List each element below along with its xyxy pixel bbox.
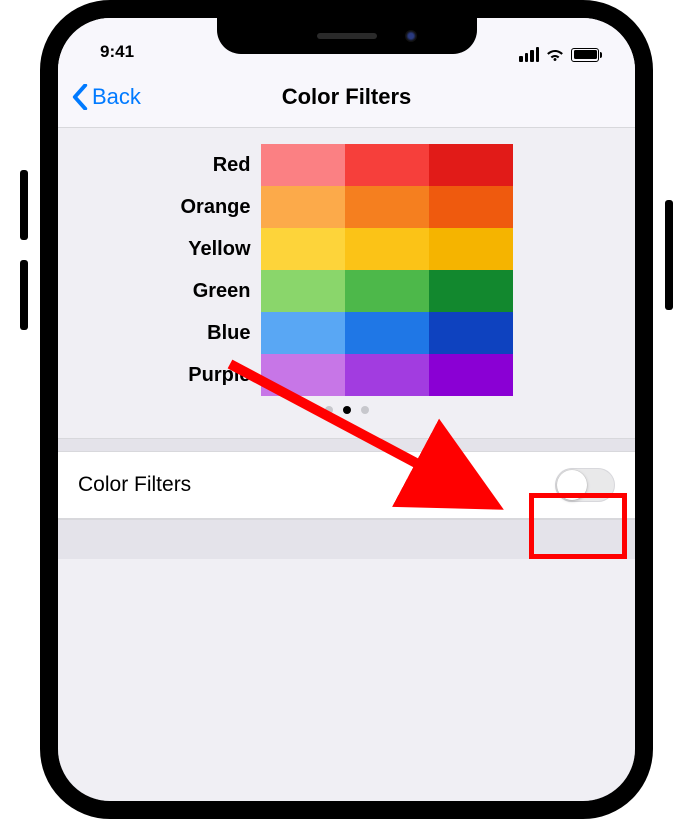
color-swatch [261,270,345,312]
group-divider [58,519,635,559]
page-indicator[interactable] [58,396,635,428]
back-button[interactable]: Back [72,84,141,110]
phone-frame: 9:41 Back Color Filters RedOrangeYellowG… [40,0,653,819]
color-swatch [429,312,513,354]
color-swatch [429,228,513,270]
color-label: Red [180,144,250,186]
cellular-icon [519,47,539,62]
side-button [665,200,673,310]
screen: 9:41 Back Color Filters RedOrangeYellowG… [58,18,635,801]
color-swatch [261,228,345,270]
setting-label: Color Filters [78,473,555,497]
chevron-left-icon [72,84,88,110]
color-preview[interactable]: RedOrangeYellowGreenBluePurple [58,128,635,438]
group-divider [58,438,635,452]
color-swatch [345,186,429,228]
page-dot[interactable] [343,406,351,414]
status-time: 9:41 [88,42,208,62]
color-grid: RedOrangeYellowGreenBluePurple [58,144,635,396]
color-filters-toggle[interactable] [555,468,615,502]
color-swatch [261,144,345,186]
color-swatch [345,312,429,354]
page-dot[interactable] [325,406,333,414]
toggle-knob [557,470,587,500]
volume-down-button [20,260,28,330]
color-filters-row[interactable]: Color Filters [58,452,635,519]
color-swatch [345,270,429,312]
wifi-icon [545,47,565,62]
color-swatch [261,354,345,396]
page-title: Color Filters [58,84,635,110]
nav-bar: Back Color Filters [58,66,635,128]
color-swatch [429,270,513,312]
color-swatch [345,354,429,396]
notch [217,18,477,54]
color-label: Green [180,270,250,312]
color-swatch [261,312,345,354]
color-label: Purple [180,354,250,396]
color-swatch [345,144,429,186]
color-swatch [429,354,513,396]
color-label: Yellow [180,228,250,270]
color-swatch [261,186,345,228]
color-label: Blue [180,312,250,354]
color-swatch [429,186,513,228]
battery-icon [571,48,599,62]
volume-up-button [20,170,28,240]
color-swatch [429,144,513,186]
color-swatch [345,228,429,270]
back-label: Back [92,84,141,110]
color-label: Orange [180,186,250,228]
page-dot[interactable] [361,406,369,414]
